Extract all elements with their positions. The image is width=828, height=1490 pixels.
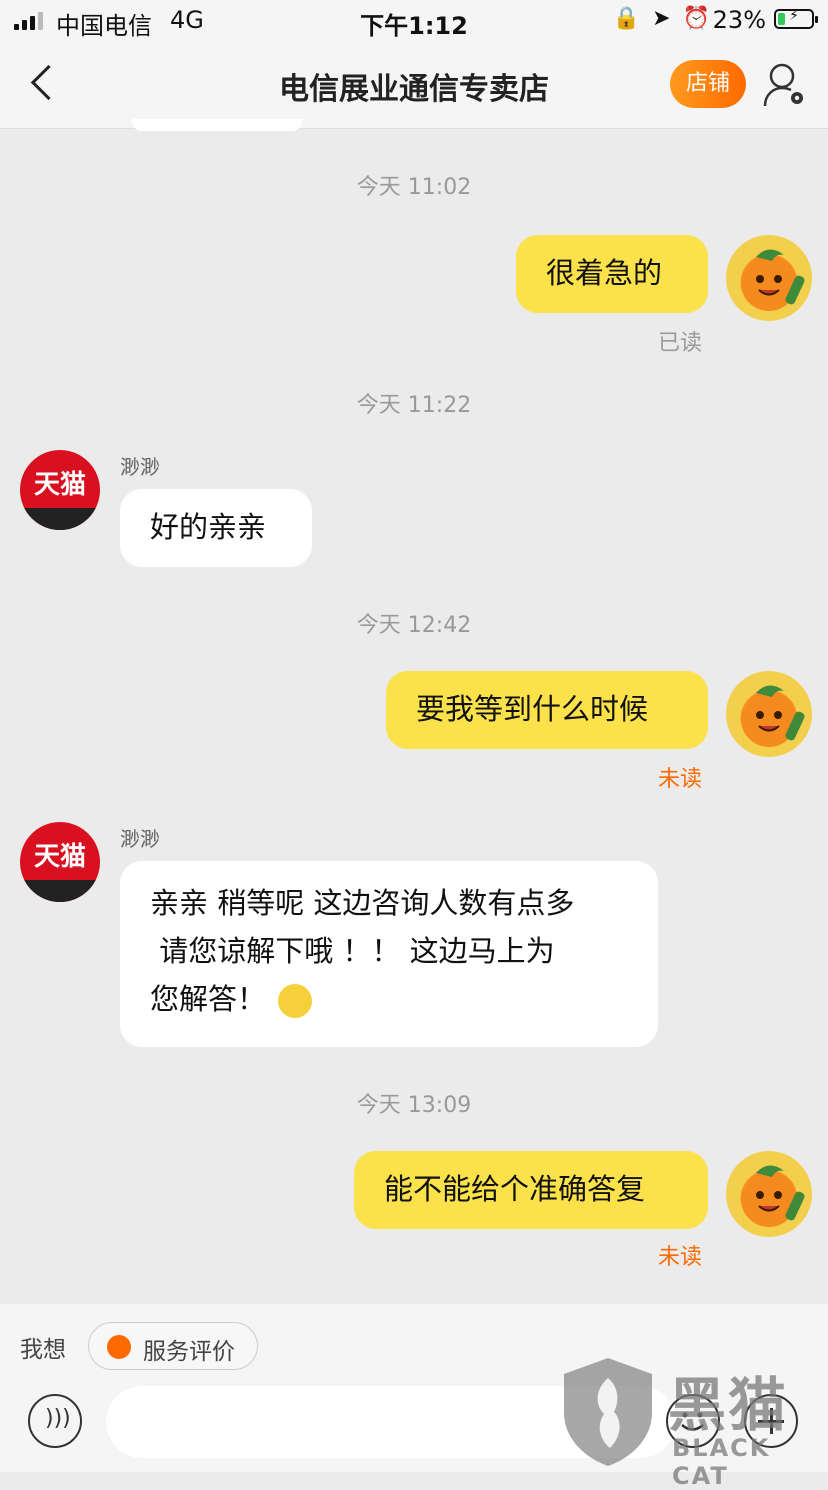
tmall-logo-text: 天猫 xyxy=(33,842,86,872)
timestamp: 今天 12:42 xyxy=(356,613,472,638)
voice-input-button[interactable]: ))) xyxy=(28,1394,82,1448)
user-settings-icon[interactable] xyxy=(762,62,806,108)
battery-percent: 23% xyxy=(712,6,766,34)
message-input[interactable] xyxy=(106,1386,676,1458)
location-arrow-icon: ➤ xyxy=(652,6,671,31)
message-bubble-outgoing[interactable]: 能不能给个准确答复 xyxy=(354,1151,708,1229)
smiley-icon xyxy=(681,1412,704,1431)
tmall-logo-text: 天猫 xyxy=(33,470,86,500)
shop-avatar[interactable]: 天猫 xyxy=(20,450,100,530)
message-line: 请您谅解下哦 ！！ 这边马上为 xyxy=(150,934,555,968)
my-avatar[interactable] xyxy=(726,1151,812,1237)
my-avatar[interactable] xyxy=(726,235,812,321)
tmall-cat-icon xyxy=(20,880,100,902)
rating-flower-icon xyxy=(107,1335,131,1359)
tmall-cat-icon xyxy=(20,508,100,530)
message-bubble-incoming[interactable]: 亲亲 稍等呢 这边咨询人数有点多 请您谅解下哦 ！！ 这边马上为 您解答！ xyxy=(120,861,658,1047)
orange-mascot-icon xyxy=(741,1165,805,1227)
sound-waves-icon: ))) xyxy=(45,1406,71,1431)
unread-status: 未读 xyxy=(658,1245,703,1270)
battery-icon: ⚡ xyxy=(774,8,818,29)
charging-bolt-icon: ⚡ xyxy=(789,8,799,24)
message-bubble-outgoing[interactable]: 要我等到什么时候 xyxy=(386,671,708,749)
timestamp: 今天 11:22 xyxy=(356,393,472,418)
message-bubble-outgoing[interactable]: 很着急的 xyxy=(516,235,708,313)
timestamp: 今天 11:02 xyxy=(356,175,472,200)
emoji-button[interactable] xyxy=(666,1394,720,1448)
service-rating-chip[interactable]: 服务评价 xyxy=(88,1322,258,1370)
quick-action-label: 我想 xyxy=(20,1337,66,1363)
chat-area[interactable]: 今天 11:02 很着急的 已读 今天 11:22 天猫 渺渺 好的亲亲 今天 … xyxy=(0,119,828,1304)
message-line: 您解答！ xyxy=(150,982,267,1016)
rotation-lock-icon: 🔒 xyxy=(612,6,641,31)
message-line: 亲亲 稍等呢 这边咨询人数有点多 xyxy=(150,886,575,920)
orange-mascot-icon xyxy=(741,685,805,747)
previous-message-edge xyxy=(132,119,302,131)
more-actions-button[interactable] xyxy=(744,1394,798,1448)
shop-button[interactable]: 店铺 xyxy=(670,60,746,108)
my-avatar[interactable] xyxy=(726,671,812,757)
shop-avatar[interactable]: 天猫 xyxy=(20,822,100,902)
thinking-emoji-icon xyxy=(278,984,313,1018)
unread-status: 未读 xyxy=(658,767,703,792)
alarm-icon: ⏰ xyxy=(682,6,710,31)
input-area: 我想 服务评价 ))) xyxy=(0,1304,828,1472)
service-rating-label: 服务评价 xyxy=(143,1339,235,1365)
read-status: 已读 xyxy=(658,331,703,356)
sender-name: 渺渺 xyxy=(120,455,160,479)
timestamp: 今天 13:09 xyxy=(356,1093,472,1118)
sender-name: 渺渺 xyxy=(120,827,160,851)
orange-mascot-icon xyxy=(741,249,805,311)
message-bubble-incoming[interactable]: 好的亲亲 xyxy=(120,489,312,567)
status-bar: 中国电信 4G 下午1:12 🔒 ➤ ⏰ 23% ⚡ xyxy=(0,0,828,40)
nav-bar: 电信展业通信专卖店 店铺 xyxy=(0,40,828,129)
